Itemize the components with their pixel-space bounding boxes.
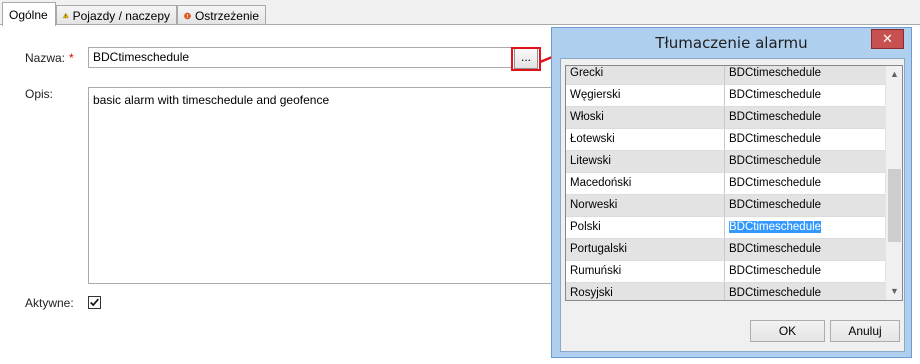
translation-cell[interactable]: BDCtimeschedule <box>725 261 885 282</box>
translation-cell[interactable]: BDCtimeschedule <box>725 195 885 216</box>
name-field-value: BDCtimeschedule <box>93 50 190 64</box>
required-mark: * <box>69 51 74 65</box>
translation-cell[interactable]: BDCtimeschedule <box>725 239 885 260</box>
language-cell[interactable]: Macedoński <box>566 173 725 194</box>
table-row[interactable]: Włoski BDCtimeschedule <box>566 107 886 129</box>
scroll-up-icon[interactable]: ▲ <box>886 66 902 83</box>
description-label: Opis: <box>25 87 54 101</box>
name-field[interactable]: BDCtimeschedule <box>88 47 513 68</box>
translation-dialog: Tłumaczenie alarmu ✕ Grecki BDCtimeschedu… <box>551 27 912 358</box>
name-label-text: Nazwa: <box>25 51 66 65</box>
tab-strip: Ogólne Pojazdy / naczepy Ostrzeżenie <box>0 0 920 26</box>
table-row[interactable]: Norweski BDCtimeschedule <box>566 195 886 217</box>
table-row[interactable]: Grecki BDCtimeschedule <box>566 66 886 85</box>
translate-button[interactable]: ... <box>514 48 538 69</box>
translation-cell[interactable]: BDCtimeschedule <box>725 107 885 128</box>
cancel-button[interactable]: Anuluj <box>830 320 900 342</box>
selected-text: BDCtimeschedule <box>729 221 822 233</box>
active-checkbox[interactable] <box>88 296 101 309</box>
name-label: Nazwa: * <box>25 51 74 65</box>
table-row[interactable]: Litewski BDCtimeschedule <box>566 151 886 173</box>
language-cell[interactable]: Włoski <box>566 107 725 128</box>
language-cell[interactable]: Portugalski <box>566 239 725 260</box>
translation-cell[interactable]: BDCtimeschedule <box>725 85 885 106</box>
close-button[interactable]: ✕ <box>871 29 904 49</box>
translation-grid: Grecki BDCtimeschedule Węgierski BDCtimesch… <box>565 65 903 301</box>
dialog-body: Grecki BDCtimeschedule Węgierski BDCtimesch… <box>560 58 905 352</box>
tab-vehicles[interactable]: Pojazdy / naczepy <box>56 5 177 25</box>
language-cell[interactable]: Polski <box>566 217 725 238</box>
close-icon: ✕ <box>882 31 893 46</box>
grid-scrollbar[interactable]: ▲ ▼ <box>885 66 902 300</box>
tab-warning[interactable]: Ostrzeżenie <box>177 5 266 25</box>
table-row[interactable]: Portugalski BDCtimeschedule <box>566 239 886 261</box>
language-cell[interactable]: Grecki <box>566 66 725 84</box>
table-row[interactable]: Rosyjski BDCtimeschedule <box>566 283 886 300</box>
translation-cell[interactable]: BDCtimeschedule <box>725 173 885 194</box>
translation-cell[interactable]: BDCtimeschedule <box>725 129 885 150</box>
translation-cell[interactable]: BDCtimeschedule <box>725 66 885 84</box>
active-label: Aktywne: <box>25 296 74 310</box>
language-cell[interactable]: Łotewski <box>566 129 725 150</box>
table-row[interactable]: Macedoński BDCtimeschedule <box>566 173 886 195</box>
tab-vehicles-label: Pojazdy / naczepy <box>72 8 170 23</box>
language-cell[interactable]: Rumuński <box>566 261 725 282</box>
stop-icon <box>184 12 191 19</box>
language-cell[interactable]: Węgierski <box>566 85 725 106</box>
description-field[interactable]: basic alarm with timeschedule and geofen… <box>88 87 558 284</box>
table-row[interactable]: Łotewski BDCtimeschedule <box>566 129 886 151</box>
tab-warning-label: Ostrzeżenie <box>194 8 259 23</box>
language-cell[interactable]: Norweski <box>566 195 725 216</box>
translation-cell[interactable]: BDCtimeschedule <box>725 283 885 300</box>
language-cell[interactable]: Rosyjski <box>566 283 725 300</box>
tab-general-label: Ogólne <box>9 7 48 22</box>
table-row[interactable]: Rumuński BDCtimeschedule <box>566 261 886 283</box>
scroll-thumb[interactable] <box>888 169 901 242</box>
table-row[interactable]: Polski BDCtimeschedule <box>566 217 886 239</box>
table-row[interactable]: Węgierski BDCtimeschedule <box>566 85 886 107</box>
checkmark-icon <box>90 298 99 307</box>
dialog-title: Tłumaczenie alarmu <box>655 34 808 52</box>
ok-button[interactable]: OK <box>750 320 825 342</box>
description-value: basic alarm with timeschedule and geofen… <box>93 93 330 107</box>
warning-icon <box>63 12 69 19</box>
scroll-down-icon[interactable]: ▼ <box>886 283 902 300</box>
tab-general[interactable]: Ogólne <box>2 2 56 26</box>
translation-rows: Grecki BDCtimeschedule Węgierski BDCtimesch… <box>566 66 886 300</box>
translation-cell[interactable]: BDCtimeschedule <box>725 151 885 172</box>
language-cell[interactable]: Litewski <box>566 151 725 172</box>
translation-cell[interactable]: BDCtimeschedule <box>725 217 885 238</box>
